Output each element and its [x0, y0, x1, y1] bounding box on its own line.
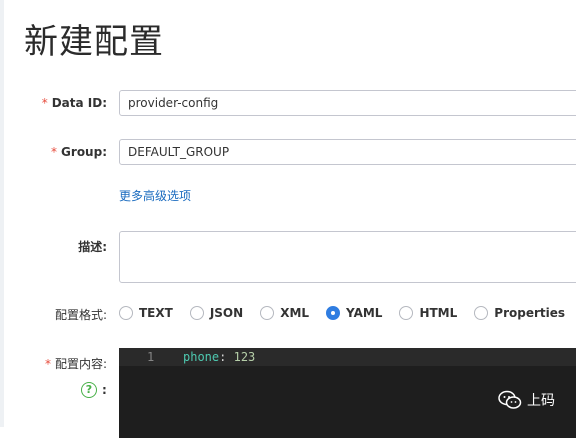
group-input[interactable] [119, 139, 576, 165]
radio-checked-icon [326, 306, 341, 320]
description-label: 描述: [78, 240, 107, 254]
group-label-text: Group: [61, 145, 107, 159]
watermark: 上码 [498, 390, 555, 410]
format-option-json[interactable]: JSON [189, 306, 243, 320]
required-mark: * [51, 145, 58, 159]
radio-circle-icon [119, 306, 133, 320]
format-option-text[interactable]: TEXT [119, 306, 173, 320]
data-id-label: * Data ID: [0, 96, 107, 110]
watermark-text: 上码 [527, 393, 555, 409]
help-icon[interactable]: ? [81, 382, 97, 398]
radio-circle-icon [189, 306, 204, 320]
radio-circle-icon [260, 306, 275, 320]
required-mark: * [41, 96, 48, 110]
format-option-yaml[interactable]: YAML [326, 306, 382, 320]
required-mark: * [44, 357, 51, 371]
radio-circle-icon [474, 306, 489, 320]
content-label-text: 配置内容: [54, 357, 107, 371]
content-label: * 配置内容: [0, 355, 107, 372]
code-value: 123 [233, 350, 256, 364]
format-option-properties[interactable]: Properties [474, 306, 565, 320]
data-id-input[interactable] [119, 90, 576, 116]
format-option-html[interactable]: HTML [399, 306, 457, 320]
description-textarea[interactable] [119, 231, 576, 283]
code-key: phone [183, 350, 220, 364]
format-option-xml[interactable]: XML [260, 306, 309, 320]
data-id-label-text: Data ID: [51, 96, 107, 110]
page-title: 新建配置 [24, 22, 164, 62]
line-number: 1 [147, 350, 155, 364]
code-line: phone: 123 [183, 350, 255, 364]
more-advanced-options-link[interactable]: 更多高级选项 [119, 187, 191, 204]
code-separator: : [219, 350, 227, 364]
format-label: 配置格式: [54, 308, 107, 322]
help-colon: : [102, 383, 107, 397]
radio-circle-icon [399, 306, 414, 320]
wechat-icon [498, 390, 522, 409]
format-radio-group: TEXT JSON XML YAML HTML Properties [119, 303, 576, 323]
group-label: * Group: [0, 145, 107, 159]
